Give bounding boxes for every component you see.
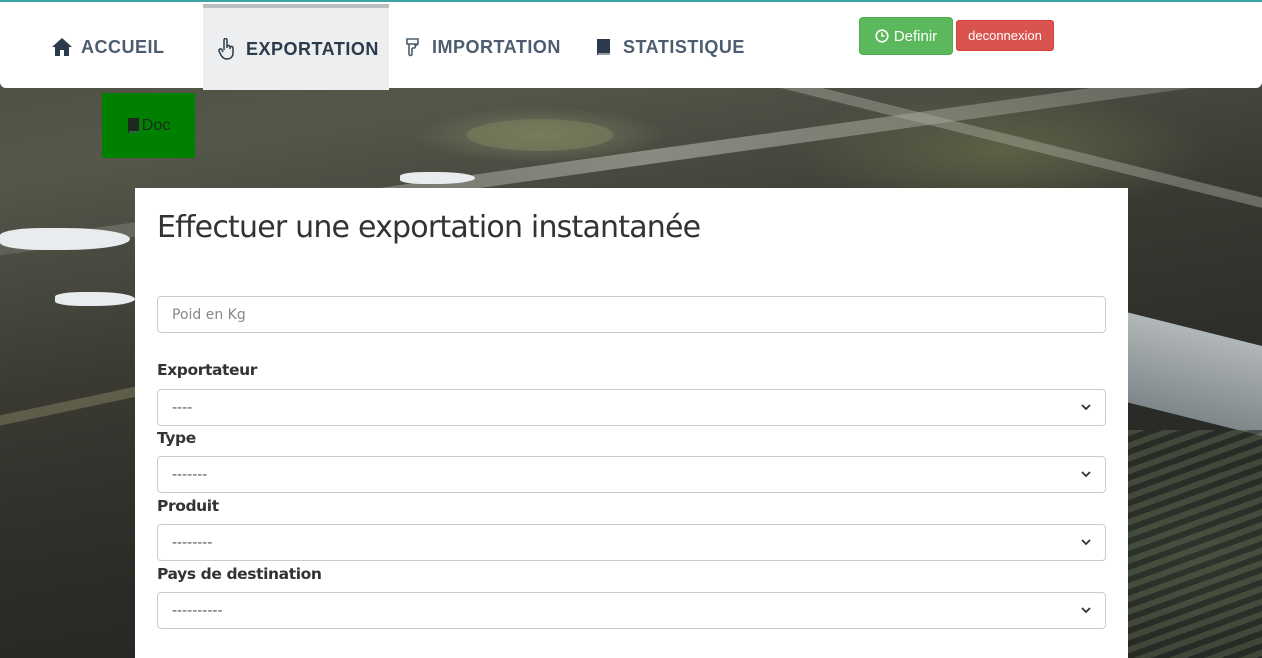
top-navbar: ACCUEIL EXPORTATION IMPORTATION STATISTI…: [0, 0, 1262, 90]
book-icon: [593, 36, 615, 58]
definir-label: Definir: [893, 27, 938, 45]
nav-exportation[interactable]: EXPORTATION: [203, 4, 389, 90]
hand-pointer-icon: [216, 38, 238, 60]
type-value: -------: [172, 466, 208, 483]
pays-destination-value: ----------: [172, 602, 223, 619]
pays-destination-label: Pays de destination: [157, 565, 322, 583]
definir-button[interactable]: Definir: [859, 17, 953, 55]
chevron-down-icon: [1081, 539, 1091, 546]
doc-button[interactable]: Doc: [102, 93, 195, 158]
hand-down-icon: [402, 36, 424, 58]
weight-input-placeholder: Poid en Kg: [172, 306, 246, 323]
home-icon: [51, 36, 73, 58]
pays-destination-select[interactable]: ----------: [157, 592, 1106, 629]
deconnexion-button[interactable]: deconnexion: [956, 20, 1054, 51]
chevron-down-icon: [1081, 404, 1091, 411]
airplane: [400, 172, 475, 184]
book-icon: [127, 117, 141, 135]
nav-accueil-label: ACCUEIL: [81, 36, 165, 57]
produit-value: --------: [172, 534, 213, 551]
nav-exportation-label: EXPORTATION: [246, 38, 379, 59]
terminal-building: [1128, 312, 1262, 438]
deconnexion-label: deconnexion: [968, 28, 1042, 43]
exportateur-value: ----: [172, 399, 193, 416]
airplane: [55, 292, 135, 306]
airplane: [0, 228, 130, 250]
type-label: Type: [157, 429, 196, 447]
doc-label: Doc: [141, 116, 171, 134]
nav-statistique-label: STATISTIQUE: [623, 36, 745, 57]
nav-statistique[interactable]: STATISTIQUE: [593, 4, 745, 90]
chevron-down-icon: [1081, 471, 1091, 478]
nav-importation-label: IMPORTATION: [432, 36, 561, 57]
type-select[interactable]: -------: [157, 456, 1106, 493]
export-form-card: Effectuer une exportation instantanée Po…: [135, 188, 1128, 658]
chevron-down-icon: [1081, 607, 1091, 614]
produit-select[interactable]: --------: [157, 524, 1106, 561]
produit-label: Produit: [157, 497, 219, 515]
weight-input[interactable]: Poid en Kg: [157, 296, 1106, 333]
page-title: Effectuer une exportation instantanée: [157, 210, 701, 245]
nav-importation[interactable]: IMPORTATION: [402, 4, 561, 90]
clock-icon: [875, 29, 889, 43]
exportateur-select[interactable]: ----: [157, 389, 1106, 426]
nav-accueil[interactable]: ACCUEIL: [51, 4, 165, 90]
parking-lot: [1128, 430, 1262, 658]
exportateur-label: Exportateur: [157, 361, 258, 379]
